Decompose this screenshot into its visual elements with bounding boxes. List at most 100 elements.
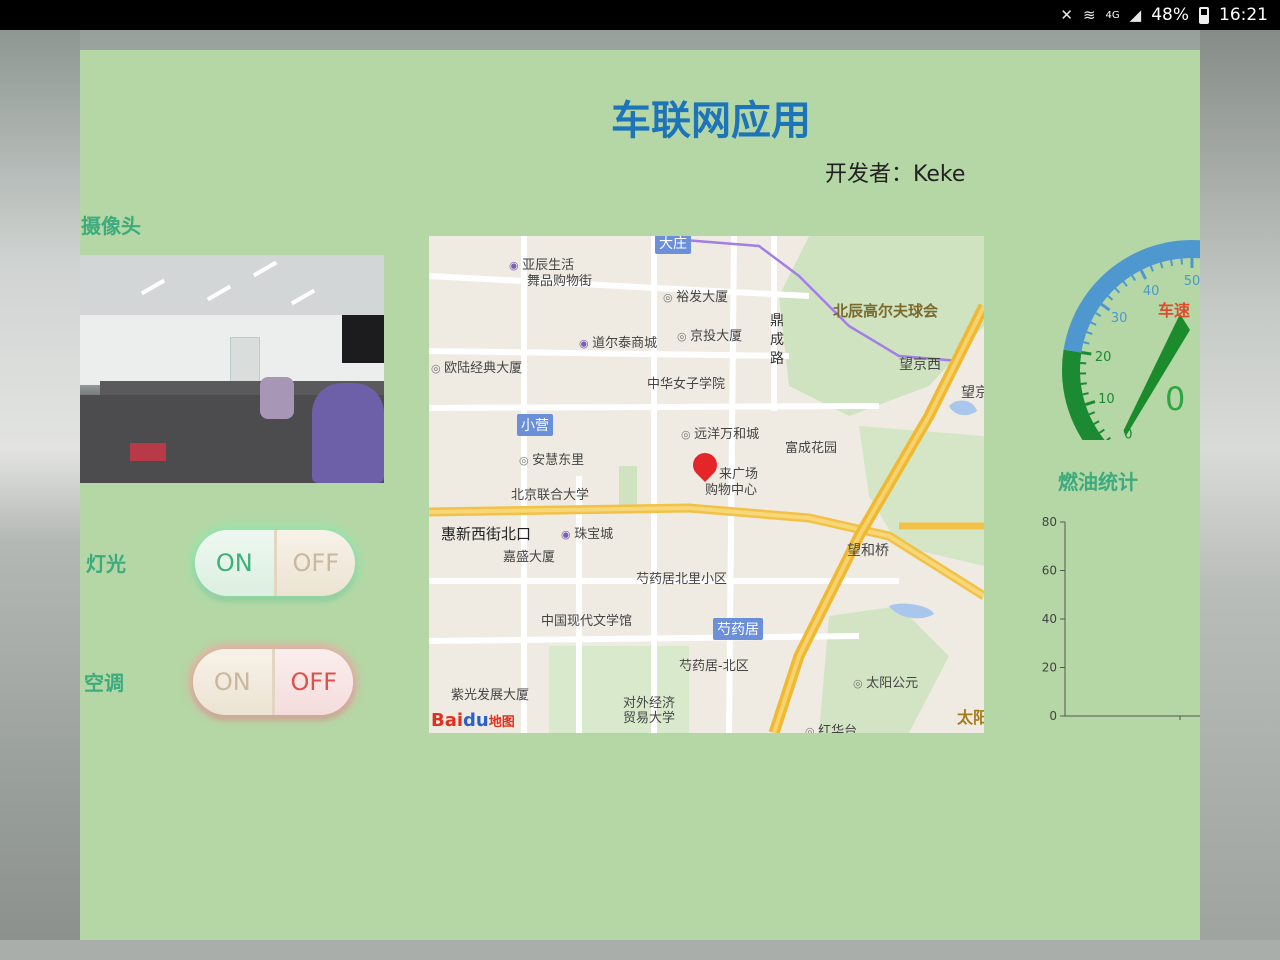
map-poi-oulu[interactable]: 欧陆经典大厦 xyxy=(431,357,522,376)
gauge-tick xyxy=(1180,258,1184,265)
map-poi-ziguang[interactable]: 紫光发展大厦 xyxy=(451,684,529,703)
map-poi-yuanyang[interactable]: 远洋万和城 xyxy=(681,423,759,442)
map-station-wangjingxi[interactable]: 望京西 xyxy=(899,354,941,374)
background-right xyxy=(1200,30,1280,960)
baidu-map-logo: Baidu地图 xyxy=(431,710,515,731)
camera-red-box xyxy=(130,443,166,461)
logo-ditu: 地图 xyxy=(488,715,515,730)
gauge-tick xyxy=(1131,274,1137,282)
gauge-tick xyxy=(1080,382,1087,386)
gauge-tick xyxy=(1122,280,1128,287)
gauge-tick xyxy=(1086,331,1093,336)
gauge-tick xyxy=(1170,259,1174,267)
light-toggle[interactable]: ON OFF xyxy=(195,530,355,596)
gauge-tick xyxy=(1088,411,1096,416)
map-poi-wanghe-bridge[interactable]: 望和桥 xyxy=(847,540,889,560)
signal-icon: ◢ xyxy=(1129,6,1142,24)
network-type: 4G xyxy=(1105,9,1120,21)
background-bottom xyxy=(0,940,1280,960)
camera-chair-small xyxy=(260,377,294,419)
map-poi-honghuatai[interactable]: 红华台 xyxy=(805,720,857,733)
speed-value: 0 xyxy=(1165,380,1186,418)
camera-monitor xyxy=(342,315,384,363)
gauge-tick xyxy=(1105,436,1111,440)
fuel-label: 燃油统计 xyxy=(1058,470,1138,494)
gauge-tick xyxy=(1107,295,1114,301)
map-poi-uibe-2: 贸易大学 xyxy=(623,711,676,726)
map-station-dazhuang[interactable]: 大庄 xyxy=(655,236,691,254)
fuel-y-tick-label: 40 xyxy=(1042,612,1057,626)
fuel-axes: 0 20 40 60 80 xyxy=(1042,515,1200,723)
background-left xyxy=(0,30,80,960)
clock: 16:21 xyxy=(1219,5,1268,25)
gauge-tick xyxy=(1139,269,1148,280)
map-poi-wupin: 舞品购物街 xyxy=(527,274,593,289)
light-label: 灯光 xyxy=(86,552,126,576)
gauge-tick xyxy=(1100,302,1111,312)
camera-chair xyxy=(312,383,384,483)
camera-door xyxy=(230,337,260,383)
battery-icon xyxy=(1199,6,1209,24)
gauge-tick xyxy=(1114,287,1121,294)
gauge-tick-label: 40 xyxy=(1143,284,1160,299)
map-poi-zhonghua-women[interactable]: 中华女子学院 xyxy=(647,373,725,392)
fuel-y-tick-label: 0 xyxy=(1049,709,1057,723)
ac-on-button[interactable]: ON xyxy=(193,649,275,715)
map-station-huixinxijie[interactable]: 惠新西街北口 xyxy=(441,523,531,544)
camera-ceiling xyxy=(80,255,384,315)
gauge-tick xyxy=(1095,312,1102,317)
gauge-tick xyxy=(1098,428,1105,434)
map-poi-shaoyaoju-beili[interactable]: 芍药居北里小区 xyxy=(636,568,727,587)
map-poi-jiasheng[interactable]: 嘉盛大厦 xyxy=(503,546,555,565)
gauge-tick xyxy=(1083,341,1090,345)
gauge-tick-label: 50 xyxy=(1184,274,1200,289)
map-poi-lianhe-univ[interactable]: 北京联合大学 xyxy=(511,484,589,503)
developer-credit: 开发者：Keke xyxy=(825,156,965,188)
mute-icon: ✕ xyxy=(1060,6,1073,24)
gauge-tick-label: 20 xyxy=(1095,350,1112,365)
gauge-tick-label: 10 xyxy=(1098,392,1115,407)
logo-bai: Bai xyxy=(431,710,464,731)
speed-label: 车速 xyxy=(1158,301,1191,320)
map-poi-beichen-golf[interactable]: 北辰高尔夫球会 xyxy=(833,300,938,321)
app-title: 车联网应用 xyxy=(611,98,811,144)
map-station-wangjing[interactable]: 望京 xyxy=(961,382,984,402)
battery-percent: 48% xyxy=(1151,5,1189,25)
map-view[interactable]: 大庄 亚辰生活 舞品购物街 裕发大厦 道尔泰商城 京投大厦 鼎 成 路 北辰高尔… xyxy=(429,236,984,733)
fuel-y-tick-label: 20 xyxy=(1042,661,1057,675)
map-poi-fucheng[interactable]: 富成花园 xyxy=(785,437,837,456)
gauge-tick xyxy=(1159,262,1164,269)
gauge-tick xyxy=(1085,400,1096,407)
map-station-shaoyaoju[interactable]: 芍药居 xyxy=(713,618,763,640)
camera-label: 摄像头 xyxy=(81,214,141,238)
fuel-y-tick-label: 80 xyxy=(1042,515,1057,529)
gauge-tick xyxy=(1081,350,1092,356)
ac-off-button[interactable]: OFF xyxy=(274,649,353,715)
gauge-tick-label: 30 xyxy=(1111,311,1128,326)
map-poi-yufa[interactable]: 裕发大厦 xyxy=(663,286,728,305)
camera-feed[interactable] xyxy=(80,255,384,483)
map-road-dingcheng-1: 鼎 xyxy=(770,313,784,329)
map-station-xiaoying[interactable]: 小营 xyxy=(517,414,553,436)
light-on-button[interactable]: ON xyxy=(195,530,277,596)
map-poi-taiyang[interactable]: 太阳 xyxy=(957,704,984,728)
developer-label: 开发者： xyxy=(825,162,914,187)
fuel-y-tick-label: 60 xyxy=(1042,564,1057,578)
wifi-icon: ≋ xyxy=(1082,6,1096,24)
map-poi-literature-museum[interactable]: 中国现代文学馆 xyxy=(541,610,632,629)
logo-du: du xyxy=(463,710,489,731)
map-road-dingcheng-3: 路 xyxy=(770,351,784,367)
map-poi-jingtou[interactable]: 京投大厦 xyxy=(677,325,742,344)
gauge-tick xyxy=(1082,392,1089,396)
gauge-needle xyxy=(1123,314,1190,437)
map-poi-zhubao[interactable]: 珠宝城 xyxy=(561,523,613,542)
gauge-tick xyxy=(1149,265,1154,272)
map-poi-taiyang-gongyuan[interactable]: 太阳公元 xyxy=(853,672,918,691)
ac-label: 空调 xyxy=(84,671,124,695)
map-poi-daoertai[interactable]: 道尔泰商城 xyxy=(579,332,657,351)
map-poi-anhui[interactable]: 安慧东里 xyxy=(519,449,584,468)
map-poi-shaoyaoju-north[interactable]: 芍药居-北区 xyxy=(679,655,749,674)
status-bar: ✕ ≋ 4G ◢ 48% 16:21 xyxy=(0,0,1280,30)
ac-toggle[interactable]: ON OFF xyxy=(193,649,353,715)
light-off-button[interactable]: OFF xyxy=(277,530,356,596)
